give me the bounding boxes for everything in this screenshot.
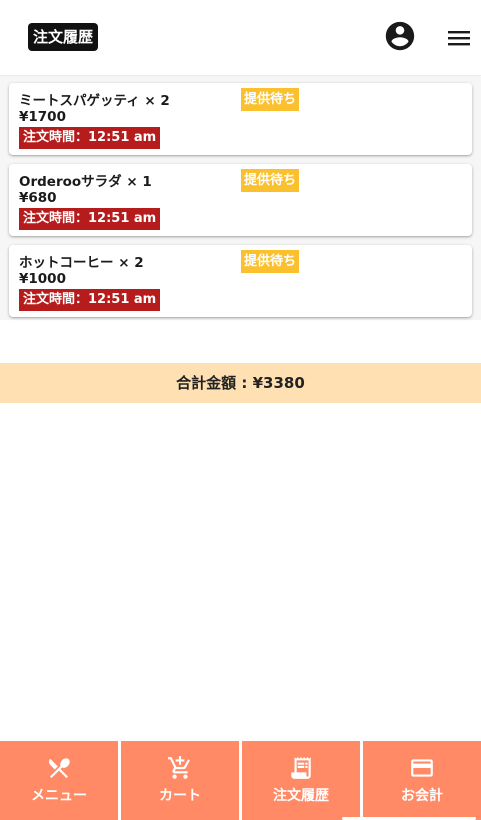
nav-checkout-button[interactable]: お会計 [363, 741, 481, 820]
order-card: ホットコーヒー × 2 ¥1000 注文時間：12:51 am 提供待ち [9, 245, 472, 317]
cart-icon [168, 756, 190, 779]
nav-menu-label: メニュー [31, 788, 87, 804]
total-amount: 合計金額 : ¥3380 [0, 363, 481, 403]
bottom-nav: メニュー カート 注文履歴 お会計 [0, 741, 481, 820]
order-list: ミートスパゲッティ × 2 ¥1700 注文時間：12:51 am 提供待ち O… [0, 77, 481, 320]
receipt-icon [291, 757, 311, 779]
hamburger-menu-icon[interactable] [447, 28, 471, 48]
order-status-badge: 提供待ち [241, 169, 300, 192]
order-item-price: ¥680 [19, 190, 57, 206]
order-item-price: ¥1000 [19, 271, 66, 287]
order-time-badge: 注文時間：12:51 am [19, 289, 161, 311]
order-status-badge: 提供待ち [241, 88, 300, 111]
fork-knife-icon [48, 758, 70, 779]
nav-history-button[interactable]: 注文履歴 [242, 741, 360, 820]
account-circle-icon[interactable] [383, 19, 417, 53]
nav-cart-label: カート [159, 788, 201, 804]
nav-menu-button[interactable]: メニュー [0, 741, 118, 820]
order-time-badge: 注文時間：12:51 am [19, 127, 161, 149]
order-item-price: ¥1700 [19, 109, 66, 125]
nav-history-label: 注文履歴 [273, 788, 329, 804]
order-time-badge: 注文時間：12:51 am [19, 208, 161, 230]
nav-cart-button[interactable]: カート [121, 741, 239, 820]
order-item-name: ミートスパゲッティ × 2 [19, 93, 170, 109]
order-item-name: ホットコーヒー × 2 [19, 255, 144, 271]
order-card: ミートスパゲッティ × 2 ¥1700 注文時間：12:51 am 提供待ち [9, 83, 472, 155]
app-header: 注文履歴 [0, 0, 481, 76]
order-status-badge: 提供待ち [241, 250, 300, 273]
page-title: 注文履歴 [28, 23, 99, 51]
credit-card-icon [411, 759, 433, 777]
nav-checkout-label: お会計 [401, 788, 443, 804]
order-item-name: Orderooサラダ × 1 [19, 174, 152, 190]
order-card: Orderooサラダ × 1 ¥680 注文時間：12:51 am 提供待ち [9, 164, 472, 236]
